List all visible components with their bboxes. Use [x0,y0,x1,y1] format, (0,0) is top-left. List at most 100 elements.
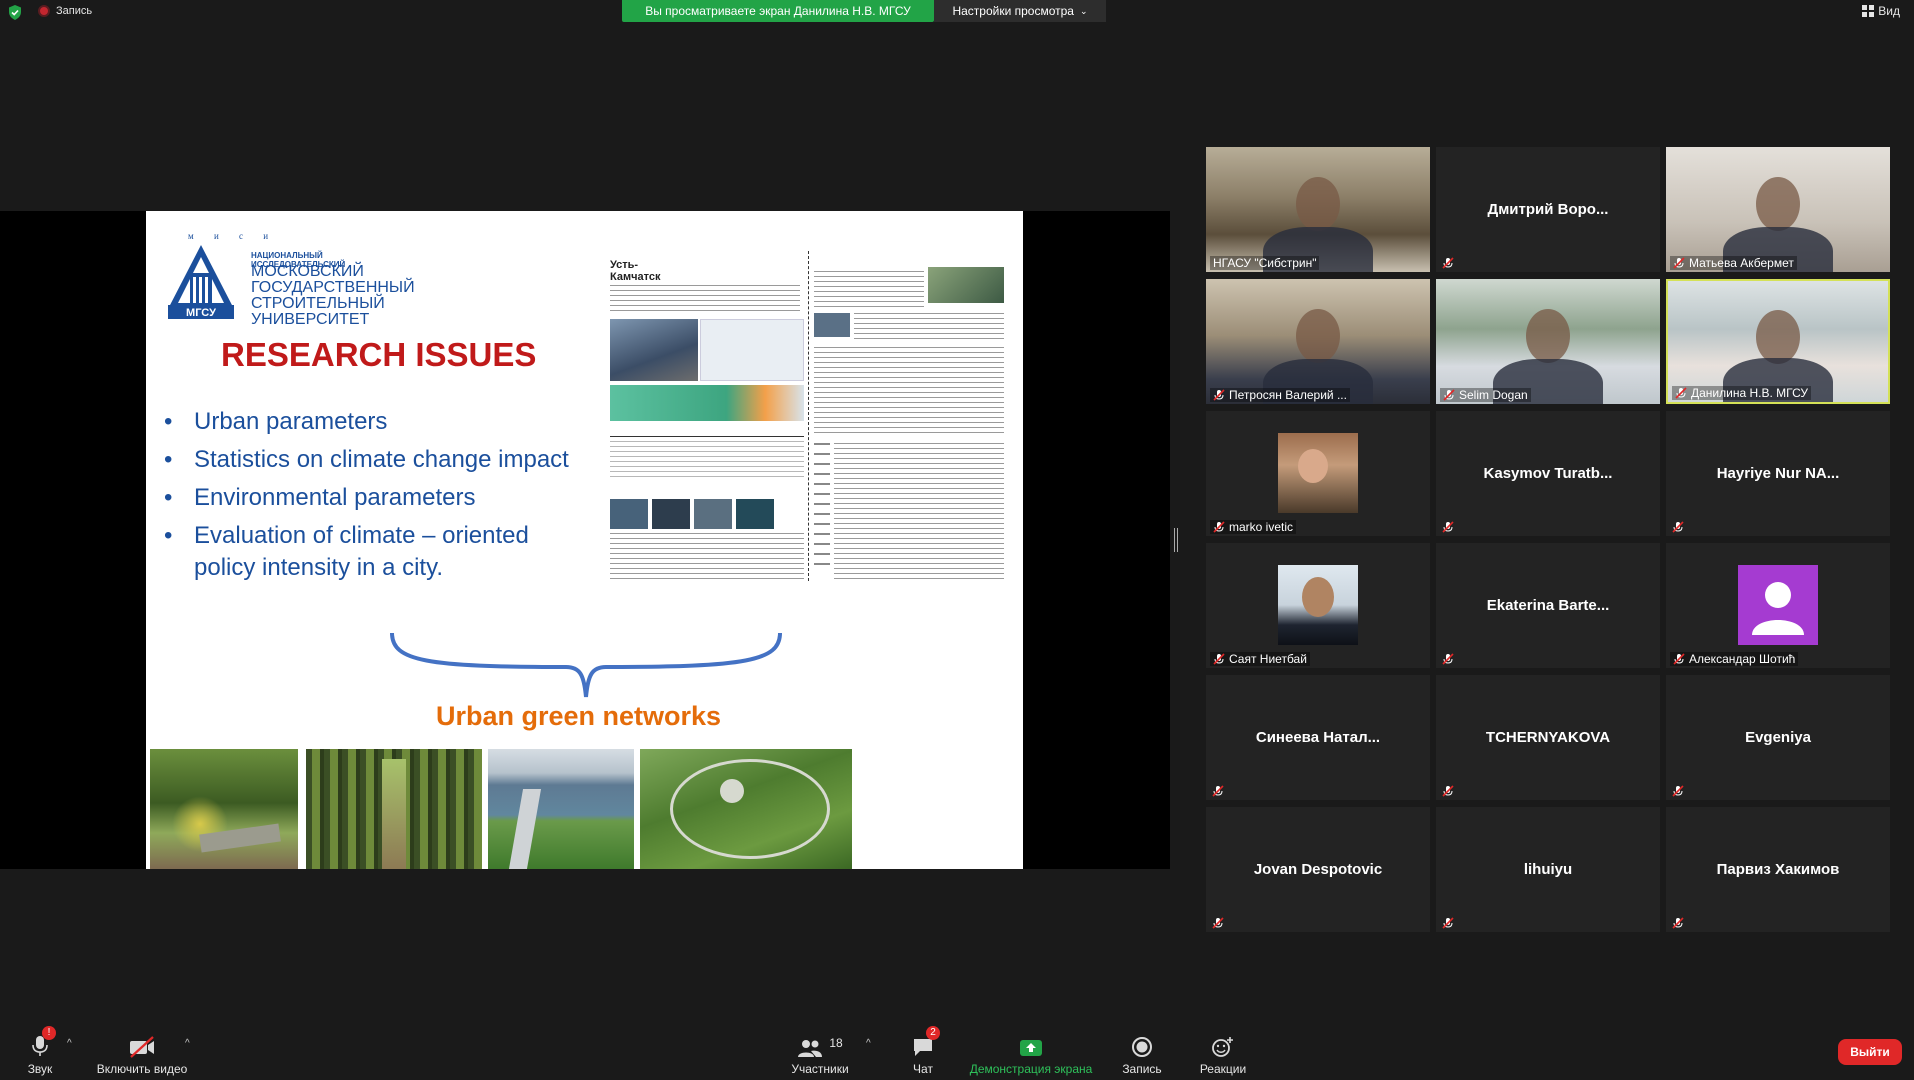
view-settings-label: Настройки просмотра [952,4,1074,18]
start-video-button[interactable]: Включить видео [92,1020,192,1080]
park-photo-1 [150,749,298,869]
audio-options-caret-icon[interactable]: ^ [67,1038,72,1049]
mic-muted-icon [1442,784,1454,797]
participant-tile[interactable]: Selim Dogan [1436,279,1660,404]
bullet-list: Urban parameters Statistics on climate c… [162,406,602,590]
chat-button[interactable]: 2 Чат [900,1020,946,1080]
shield-check-icon[interactable] [8,5,22,20]
logo-abbr: МГСУ [186,307,216,319]
participant-name: Jovan Despotovic [1253,861,1383,878]
leave-meeting-button[interactable]: Выйти [1838,1039,1902,1065]
participants-label: Участники [791,1062,849,1076]
mic-muted-icon [1442,256,1454,269]
bullet-item: Evaluation of climate – oriented policy … [162,520,602,584]
participant-label: Петросян Валерий ... [1210,388,1350,402]
park-photo-3 [488,749,634,869]
participant-video [1206,147,1430,272]
chevron-down-icon: ⌄ [1079,5,1088,16]
participant-video [1206,279,1430,404]
share-screen-label: Демонстрация экрана [969,1062,1093,1076]
research-poster-image: Усть- Камчатск [606,251,1011,581]
participant-name: Петросян Валерий ... [1229,388,1347,402]
participant-tile[interactable]: Kasymov Turatb... [1436,411,1660,536]
mic-muted-icon [1673,257,1685,269]
view-button[interactable]: Вид [1862,4,1900,18]
video-options-caret-icon[interactable]: ^ [185,1038,190,1049]
participant-name: Синеева Натал... [1255,729,1381,746]
participant-avatar [1278,433,1358,513]
mic-muted-icon [1672,784,1684,797]
video-label: Включить видео [96,1062,188,1076]
slide-title: RESEARCH ISSUES [221,336,537,373]
participant-name: Саят Ниетбай [1229,652,1307,666]
university-name-line-4: УНИВЕРСИТЕТ [251,311,370,328]
participants-button[interactable]: 18 Участники [780,1020,860,1080]
participant-name: Данилина Н.В. МГСУ [1691,386,1808,400]
participant-tile[interactable]: НГАСУ "Сибстрин" [1206,147,1430,272]
mgsu-emblem: МГСУ [168,245,234,319]
participants-options-caret-icon[interactable]: ^ [866,1038,871,1049]
participant-label: marko ivetic [1210,520,1297,534]
audio-button[interactable]: ! Звук [18,1020,62,1080]
view-button-label: Вид [1878,4,1900,18]
bullet-item: Statistics on climate change impact [162,444,602,476]
participant-name: Kasymov Turatb... [1483,465,1613,482]
record-button[interactable]: Запись [1118,1020,1166,1080]
participant-name: Evgeniya [1745,729,1811,746]
participant-tile[interactable]: marko ivetic [1206,411,1430,536]
participant-tile[interactable]: Александар Шотић [1666,543,1890,668]
participant-tile[interactable]: Дмитрий Воро... [1436,147,1660,272]
reactions-label: Реакции [1199,1062,1247,1076]
mic-muted-icon [1673,653,1685,665]
participant-tile[interactable]: Парвиз Хакимов [1666,807,1890,932]
chat-unread-badge: 2 [926,1026,940,1040]
share-screen-button[interactable]: Демонстрация экрана [966,1020,1096,1080]
participant-tile[interactable]: Jovan Despotovic [1206,807,1430,932]
participant-label: Александар Шотић [1670,652,1799,666]
mic-muted-icon [1213,521,1225,533]
recording-indicator[interactable]: Запись [38,5,92,17]
participant-label: Матьева Акбермет [1670,256,1797,270]
participant-tile[interactable]: Матьева Акбермет [1666,147,1890,272]
panel-resize-handle[interactable] [1174,528,1178,552]
mic-muted-icon [1675,387,1687,399]
participant-tile[interactable]: Ekaterina Barte... [1436,543,1660,668]
mic-muted-icon [1443,389,1455,401]
logo-letters: м и с и [188,231,278,241]
participant-tile[interactable]: Синеева Натал... [1206,675,1430,800]
video-off-icon [128,1028,156,1058]
participants-count: 18 [829,1036,843,1050]
mic-muted-icon [1672,916,1684,929]
participant-tile[interactable]: Hayriye Nur NA... [1666,411,1890,536]
grid-view-icon [1862,5,1875,17]
participant-name: НГАСУ "Сибстрин" [1213,256,1317,270]
participant-avatar [1738,565,1818,645]
participants-icon: 18 [797,1028,843,1058]
university-logo: м и с и МГСУ НАЦИОНАЛЬНЫЙ ИССЛЕДОВАТЕЛЬС… [166,231,416,331]
participant-tile[interactable]: TCHERNYAKOVA [1436,675,1660,800]
chat-label: Чат [913,1062,933,1076]
mic-muted-icon [1442,916,1454,929]
participant-tile[interactable]: Evgeniya [1666,675,1890,800]
view-settings-menu[interactable]: Настройки просмотра ⌄ [934,0,1106,22]
participant-name: Ekaterina Barte... [1486,597,1610,614]
record-dot-icon [38,5,50,17]
participant-tile[interactable]: Петросян Валерий ... [1206,279,1430,404]
participant-label: НГАСУ "Сибстрин" [1210,256,1320,270]
participant-name: Selim Dogan [1459,388,1528,402]
participant-label: Selim Dogan [1440,388,1531,402]
participant-tile[interactable]: Саят Ниетбай [1206,543,1430,668]
mic-muted-icon [1212,916,1224,929]
mic-muted-icon [1213,389,1225,401]
participant-name: Матьева Акбермет [1689,256,1794,270]
recording-label: Запись [56,5,93,17]
curly-brace-graphic [390,632,782,698]
reactions-button[interactable]: Реакции [1196,1020,1250,1080]
audio-label: Звук [27,1062,53,1076]
participant-name: Парвиз Хакимов [1716,861,1840,878]
mic-muted-icon [1672,520,1684,533]
audio-warning-badge: ! [42,1026,56,1040]
slide-footer-title: Urban green networks [436,701,722,731]
participant-tile[interactable]: lihuiyu [1436,807,1660,932]
participant-tile[interactable]: Данилина Н.В. МГСУ [1666,279,1890,404]
